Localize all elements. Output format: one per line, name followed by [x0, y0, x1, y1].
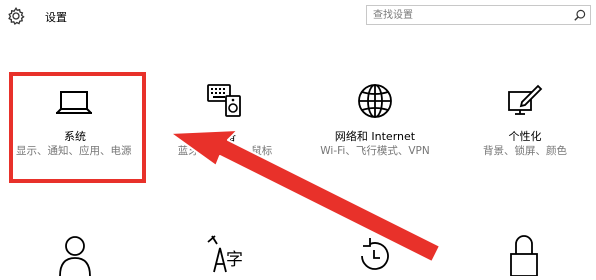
time-language-icon[interactable]: 字 — [205, 232, 245, 280]
svg-text:字: 字 — [226, 250, 243, 270]
personalization-icon — [507, 84, 543, 122]
tile-network-name: 网络和 Internet — [334, 130, 416, 143]
search-input[interactable] — [373, 6, 563, 24]
lock-icon[interactable] — [508, 234, 540, 280]
search-box[interactable] — [366, 5, 591, 25]
accounts-icon[interactable] — [58, 234, 92, 280]
search-icon[interactable] — [574, 9, 586, 21]
tile-personalization-desc: 背景、锁屏、颜色 — [483, 145, 567, 157]
tile-system-desc: 显示、通知、应用、电源 — [16, 145, 132, 157]
tile-network-desc: Wi-Fi、飞行模式、VPN — [320, 145, 430, 157]
page-title: 设置 — [45, 11, 67, 24]
globe-icon — [356, 82, 394, 124]
tile-personalization[interactable]: 个性化 背景、锁屏、颜色 — [455, 80, 595, 190]
tile-personalization-name: 个性化 — [508, 130, 542, 143]
laptop-icon — [55, 90, 93, 120]
tile-system[interactable]: 系统 显示、通知、应用、电源 — [4, 80, 144, 190]
devices-icon — [206, 82, 244, 122]
tile-devices[interactable]: 设备 蓝牙、打印机、鼠标 — [155, 80, 295, 190]
tile-network[interactable]: 网络和 Internet Wi-Fi、飞行模式、VPN — [305, 80, 445, 190]
update-security-icon[interactable] — [356, 234, 392, 280]
tile-devices-name: 设备 — [214, 130, 236, 143]
tile-devices-desc: 蓝牙、打印机、鼠标 — [177, 145, 273, 157]
gear-icon — [6, 6, 26, 26]
